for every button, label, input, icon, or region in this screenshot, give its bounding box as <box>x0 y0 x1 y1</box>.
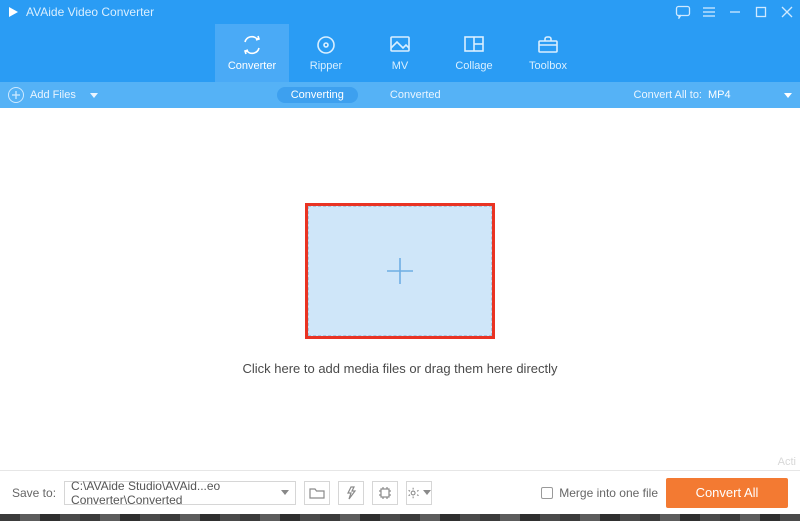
output-format-select[interactable]: MP4 <box>708 89 778 101</box>
menu-icon[interactable] <box>696 0 722 24</box>
chevron-down-icon <box>423 490 431 495</box>
footer-stripe <box>0 514 800 521</box>
subtab-converting[interactable]: Converting <box>277 87 358 103</box>
tab-mv[interactable]: MV <box>363 24 437 82</box>
bottom-bar: Save to: C:\AVAide Studio\AVAid...eo Con… <box>0 470 800 514</box>
tab-ripper[interactable]: Ripper <box>289 24 363 82</box>
tab-toolbox[interactable]: Toolbox <box>511 24 585 82</box>
tab-label: Collage <box>455 60 492 72</box>
chevron-down-icon <box>281 490 289 495</box>
tab-collage[interactable]: Collage <box>437 24 511 82</box>
subtab-converted[interactable]: Converted <box>376 87 455 103</box>
app-title: AVAide Video Converter <box>26 5 154 19</box>
app-logo-icon <box>6 5 20 19</box>
convert-icon <box>241 34 263 56</box>
convert-all-to: Convert All to: MP4 <box>634 89 792 101</box>
chevron-down-icon <box>784 93 792 98</box>
convert-all-to-label: Convert All to: <box>634 89 702 101</box>
speed-boost-button[interactable] <box>338 481 364 505</box>
checkbox-icon <box>541 487 553 499</box>
dropzone-hint: Click here to add media files or drag th… <box>242 361 557 376</box>
titlebar: AVAide Video Converter <box>0 0 800 24</box>
save-path-select[interactable]: C:\AVAide Studio\AVAid...eo Converter\Co… <box>64 481 296 505</box>
tab-label: Converter <box>228 60 276 72</box>
image-icon <box>389 34 411 56</box>
top-nav: Converter Ripper MV Collage Toolbox <box>0 24 800 82</box>
settings-button[interactable] <box>406 481 432 505</box>
tab-label: Ripper <box>310 60 342 72</box>
gpu-accel-button[interactable] <box>372 481 398 505</box>
sub-toolbar: Add Files Converting Converted Convert A… <box>0 82 800 108</box>
tab-converter[interactable]: Converter <box>215 24 289 82</box>
main-area: Click here to add media files or drag th… <box>0 108 800 470</box>
collage-icon <box>463 34 485 56</box>
add-files-label: Add Files <box>30 89 76 101</box>
convert-all-button[interactable]: Convert All <box>666 478 788 508</box>
maximize-button[interactable] <box>748 0 774 24</box>
save-path-value: C:\AVAide Studio\AVAid...eo Converter\Co… <box>71 479 281 507</box>
chevron-down-icon <box>90 93 98 98</box>
merge-label: Merge into one file <box>559 486 658 500</box>
disc-icon <box>315 34 337 56</box>
watermark: Acti <box>778 456 796 468</box>
save-to-label: Save to: <box>12 486 56 500</box>
close-button[interactable] <box>774 0 800 24</box>
merge-checkbox[interactable]: Merge into one file <box>541 486 658 500</box>
open-folder-button[interactable] <box>304 481 330 505</box>
feedback-icon[interactable] <box>670 0 696 24</box>
toolbox-icon <box>537 34 559 56</box>
add-files-button[interactable]: Add Files <box>8 87 98 103</box>
minimize-button[interactable] <box>722 0 748 24</box>
highlight-frame <box>305 203 495 339</box>
tab-label: Toolbox <box>529 60 567 72</box>
plus-icon <box>379 250 421 292</box>
output-format-value: MP4 <box>708 89 731 101</box>
plus-circle-icon <box>8 87 24 103</box>
tab-label: MV <box>392 60 409 72</box>
add-media-dropzone[interactable] <box>308 206 492 336</box>
